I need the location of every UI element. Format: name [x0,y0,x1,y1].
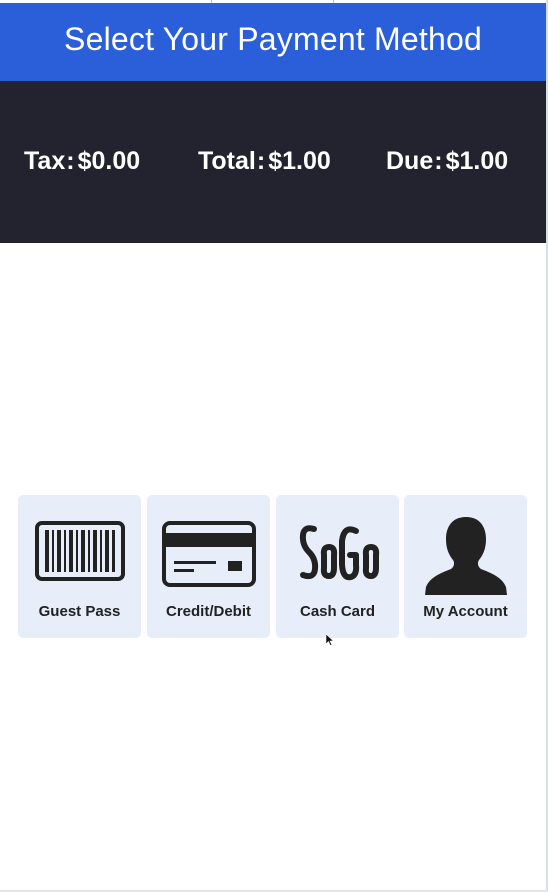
guest-pass-button[interactable]: Guest Pass [18,495,141,638]
tax-summary: Tax: $0.00 [24,147,141,175]
my-account-label: My Account [423,603,508,620]
total-value: $1.00 [268,147,331,175]
due-value: $1.00 [445,147,509,175]
mouse-cursor-icon [325,633,335,651]
user-silhouette-icon [424,515,508,602]
sogo-logo [296,521,380,588]
header-bar: Select Your Payment Method [0,3,546,81]
payment-page: Select Your Payment Method Tax: $0.00 Tot… [0,0,548,892]
payment-methods: Guest Pass Credit/Debit Cash Card My Acc… [18,495,528,638]
due-summary: Due: $1.00 [386,147,509,175]
credit-card-icon [161,521,256,592]
tax-label: Tax [24,147,66,175]
due-label: Due [386,147,434,175]
barcode-icon [34,521,125,586]
credit-debit-button[interactable]: Credit/Debit [147,495,270,638]
cash-card-button[interactable]: Cash Card [276,495,399,638]
guest-pass-label: Guest Pass [38,603,121,620]
total-label: Total [198,147,256,175]
page-title: Select Your Payment Method [64,20,482,57]
my-account-button[interactable]: My Account [404,495,527,638]
cash-card-label: Cash Card [299,603,376,620]
tax-value: $0.00 [77,147,141,175]
order-summary: Tax: $0.00 Total: $1.00 Due: $1.00 [0,81,546,243]
credit-debit-label: Credit/Debit [165,603,251,620]
total-summary: Total: $1.00 [198,147,331,175]
